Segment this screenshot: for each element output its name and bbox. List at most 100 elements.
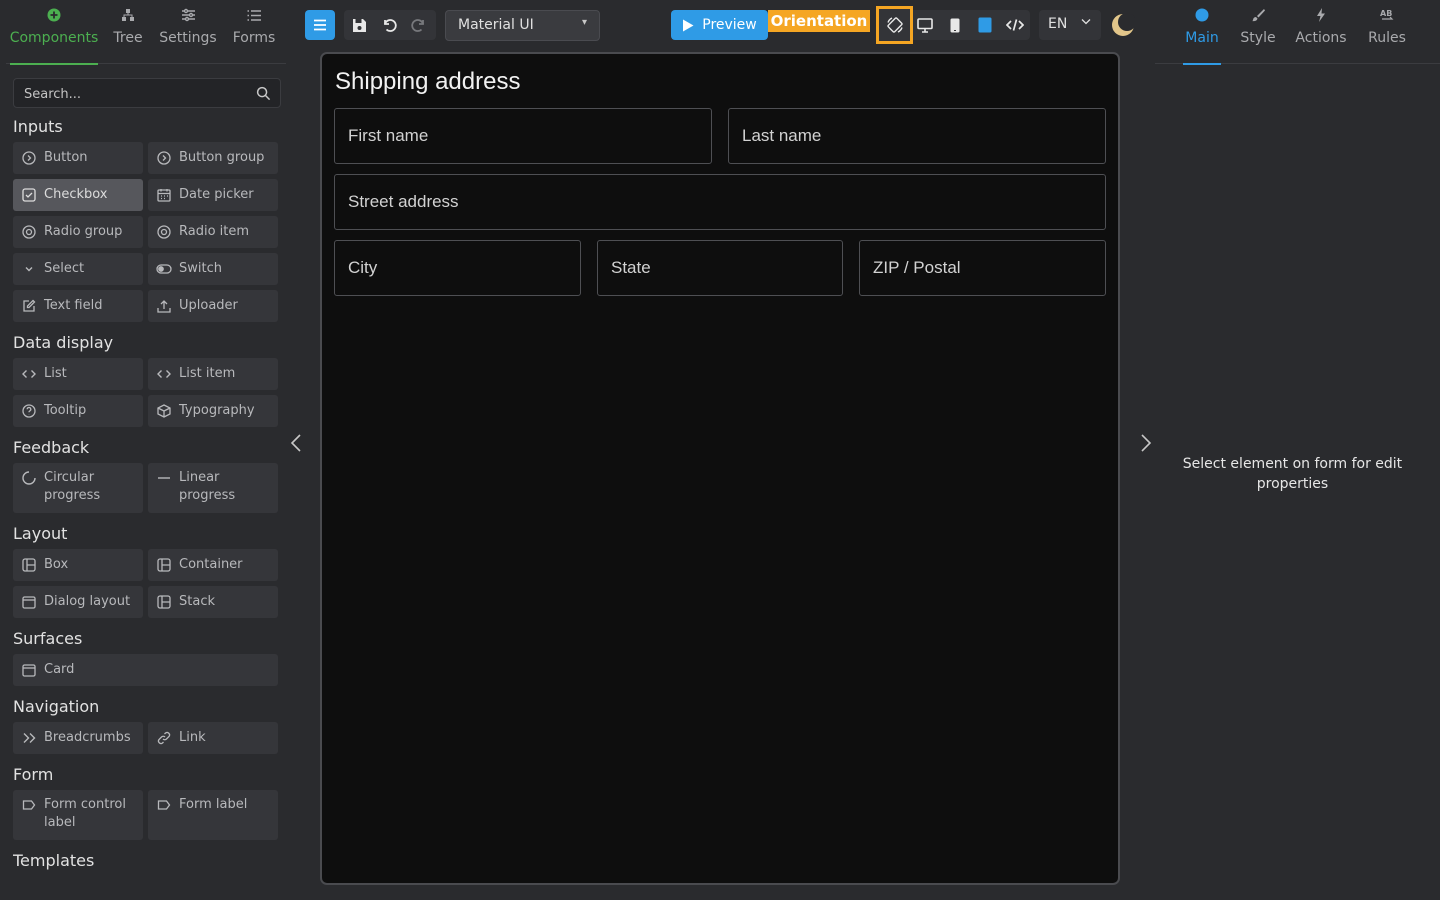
sliders-icon — [158, 8, 218, 30]
undo-button[interactable] — [374, 10, 404, 40]
mobile-view-button[interactable] — [940, 10, 970, 40]
form-grid: Form control label Form label — [13, 790, 281, 840]
tab-label: Settings — [159, 30, 217, 46]
left-tabs: Components Tree Settings Forms — [6, 8, 286, 65]
component-stack[interactable]: Stack — [148, 586, 278, 618]
component-label: Form control label — [44, 797, 126, 830]
layout-icon — [156, 594, 172, 610]
tab-main[interactable]: Main — [1183, 8, 1221, 65]
component-text-field[interactable]: Text field — [13, 290, 143, 322]
component-form-control-label[interactable]: Form control label — [13, 790, 143, 840]
tab-actions[interactable]: Actions — [1295, 8, 1347, 64]
component-typography[interactable]: Typography — [148, 395, 278, 427]
tab-components[interactable]: Components — [6, 8, 102, 65]
component-label: Link — [179, 730, 206, 745]
plus-circle-icon — [6, 8, 102, 30]
component-dialog-layout[interactable]: Dialog layout — [13, 586, 143, 618]
component-linear-progress[interactable]: Linear progress — [148, 463, 278, 513]
component-container[interactable]: Container — [148, 549, 278, 581]
tab-style[interactable]: Style — [1239, 8, 1277, 64]
component-button[interactable]: Button — [13, 142, 143, 174]
collapse-right-panel-button[interactable] — [1136, 430, 1156, 456]
cube-icon — [156, 403, 172, 419]
chevron-left-icon — [290, 434, 301, 452]
section-title-surfaces: Surfaces — [13, 629, 83, 648]
collapse-left-panel-button[interactable] — [286, 430, 306, 456]
component-label: List item — [179, 366, 236, 381]
redo-icon — [411, 19, 424, 32]
tab-rules[interactable]: AB Rules — [1367, 8, 1407, 64]
component-checkbox[interactable]: Checkbox — [13, 179, 143, 211]
theme-toggle-button[interactable] — [1110, 10, 1136, 40]
tab-settings[interactable]: Settings — [158, 8, 218, 64]
tab-label: Main — [1185, 30, 1219, 46]
component-label: Switch — [179, 261, 222, 276]
component-select[interactable]: Select — [13, 253, 143, 285]
rotate-device-icon — [886, 17, 903, 33]
layout-icon — [21, 557, 37, 573]
component-tooltip[interactable]: Tooltip — [13, 395, 143, 427]
layout-grid: Box Container Dialog layout Stack — [13, 549, 281, 618]
chevron-down-icon — [1081, 19, 1091, 25]
section-title-layout: Layout — [13, 524, 68, 543]
form-title: Shipping address — [335, 68, 521, 95]
component-button-group[interactable]: Button group — [148, 142, 278, 174]
search-input[interactable] — [24, 85, 249, 103]
component-list[interactable]: List — [13, 358, 143, 390]
desktop-view-button[interactable] — [910, 10, 940, 40]
state-input[interactable] — [611, 241, 829, 295]
chevron-down-icon — [21, 261, 37, 277]
toggle-icon — [156, 261, 172, 277]
button-icon — [156, 150, 172, 166]
zip-input[interactable] — [873, 241, 1092, 295]
search-icon[interactable] — [256, 86, 271, 101]
first-name-input[interactable] — [348, 109, 698, 163]
component-circular-progress[interactable]: Circular progress — [13, 463, 143, 513]
component-switch[interactable]: Switch — [148, 253, 278, 285]
component-form-label[interactable]: Form label — [148, 790, 278, 840]
last-name-input[interactable] — [742, 109, 1092, 163]
language-value: EN — [1048, 16, 1068, 32]
component-radio-group[interactable]: Radio group — [13, 216, 143, 248]
component-uploader[interactable]: Uploader — [148, 290, 278, 322]
component-label: Circular progress — [44, 470, 101, 503]
code-icon — [21, 366, 37, 382]
component-radio-item[interactable]: Radio item — [148, 216, 278, 248]
component-list-item[interactable]: List item — [148, 358, 278, 390]
inputs-grid: Button Button group Checkbox Date picker… — [13, 142, 281, 322]
chevron-right-icon — [1141, 434, 1152, 452]
tab-forms[interactable]: Forms — [228, 8, 280, 64]
orientation-button[interactable] — [876, 6, 913, 44]
component-label: Text field — [44, 298, 103, 313]
section-title-templates: Templates — [13, 851, 95, 870]
component-label: Stack — [179, 594, 215, 609]
feedback-grid: Circular progress Linear progress — [13, 463, 281, 513]
component-label: Container — [179, 557, 243, 572]
moon-icon — [1112, 13, 1135, 36]
component-box[interactable]: Box — [13, 549, 143, 581]
language-select[interactable]: EN — [1039, 10, 1101, 40]
preview-button[interactable]: Preview — [671, 10, 768, 40]
component-card[interactable]: Card — [13, 654, 278, 686]
street-address-input[interactable] — [348, 175, 1092, 229]
component-label: Checkbox — [44, 187, 108, 202]
section-title-feedback: Feedback — [13, 438, 90, 457]
bolt-icon — [1295, 8, 1347, 30]
component-label: Linear progress — [179, 470, 236, 503]
redo-button[interactable] — [404, 10, 434, 40]
street-address-field — [334, 174, 1106, 230]
save-button[interactable] — [344, 10, 374, 40]
code-view-button[interactable] — [1000, 10, 1030, 40]
ab-icon: AB — [1367, 8, 1407, 30]
tablet-view-button[interactable] — [970, 10, 1000, 40]
component-link[interactable]: Link — [148, 722, 278, 754]
ui-library-select[interactable]: Material UI ▾ — [445, 10, 600, 41]
city-input[interactable] — [348, 241, 567, 295]
component-breadcrumbs[interactable]: Breadcrumbs — [13, 722, 143, 754]
navigation-grid: Breadcrumbs Link — [13, 722, 281, 754]
monitor-icon — [917, 17, 933, 33]
component-date-picker[interactable]: Date picker — [148, 179, 278, 211]
menu-button[interactable] — [305, 10, 335, 40]
tab-tree[interactable]: Tree — [106, 8, 150, 64]
component-label: Card — [44, 662, 75, 677]
